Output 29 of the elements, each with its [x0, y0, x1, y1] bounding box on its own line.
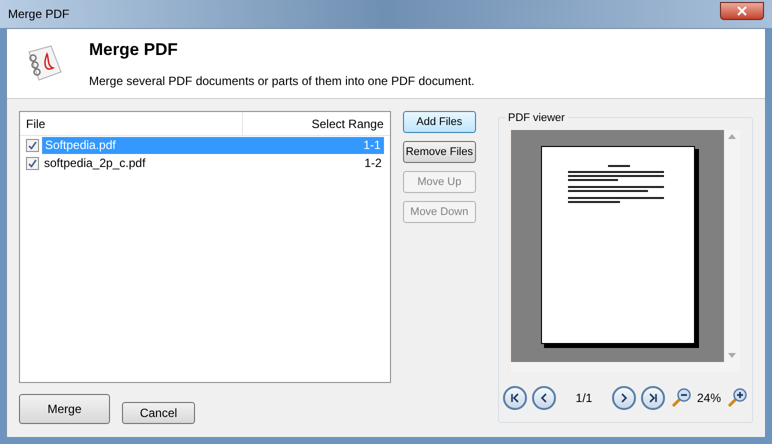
column-header[interactable]: Select Range: [243, 112, 390, 135]
header-title: Merge PDF: [89, 38, 179, 61]
action-button[interactable]: Add Files: [402, 111, 476, 133]
page-range: 1-1: [363, 137, 381, 154]
horizontal-scrollbar[interactable]: [511, 362, 740, 372]
file-row[interactable]: softpedia_2p_c.pdf 1-2: [42, 154, 384, 172]
checkbox[interactable]: [26, 156, 39, 170]
page-counter: 1/1: [574, 390, 594, 407]
last-page-icon: [647, 392, 659, 404]
action-button[interactable]: Remove Files: [402, 141, 476, 163]
zoom-level: 24%: [697, 390, 722, 407]
zoom-out-icon[interactable]: [670, 387, 692, 409]
window-title: Merge PDF: [8, 6, 70, 23]
zoom-in-icon[interactable]: [726, 387, 748, 409]
close-icon: [737, 6, 747, 16]
first-page-icon: [509, 392, 521, 404]
cancel-button[interactable]: Cancel: [122, 402, 195, 424]
first-page-button[interactable]: [503, 386, 527, 410]
previous-page-button[interactable]: [532, 386, 556, 410]
file-name: softpedia_2p_c.pdf: [44, 155, 146, 172]
checkbox[interactable]: [26, 138, 39, 152]
merge-button[interactable]: Merge: [19, 394, 110, 424]
page-range: 1-2: [364, 155, 382, 172]
file-name: Softpedia.pdf: [45, 137, 116, 154]
next-page-button[interactable]: [612, 386, 636, 410]
column-header[interactable]: File: [20, 112, 243, 135]
header-subtitle: Merge several PDF documents or parts of them into one PDF document.: [89, 73, 475, 90]
last-page-button[interactable]: [641, 386, 665, 410]
close-button[interactable]: [720, 2, 764, 20]
